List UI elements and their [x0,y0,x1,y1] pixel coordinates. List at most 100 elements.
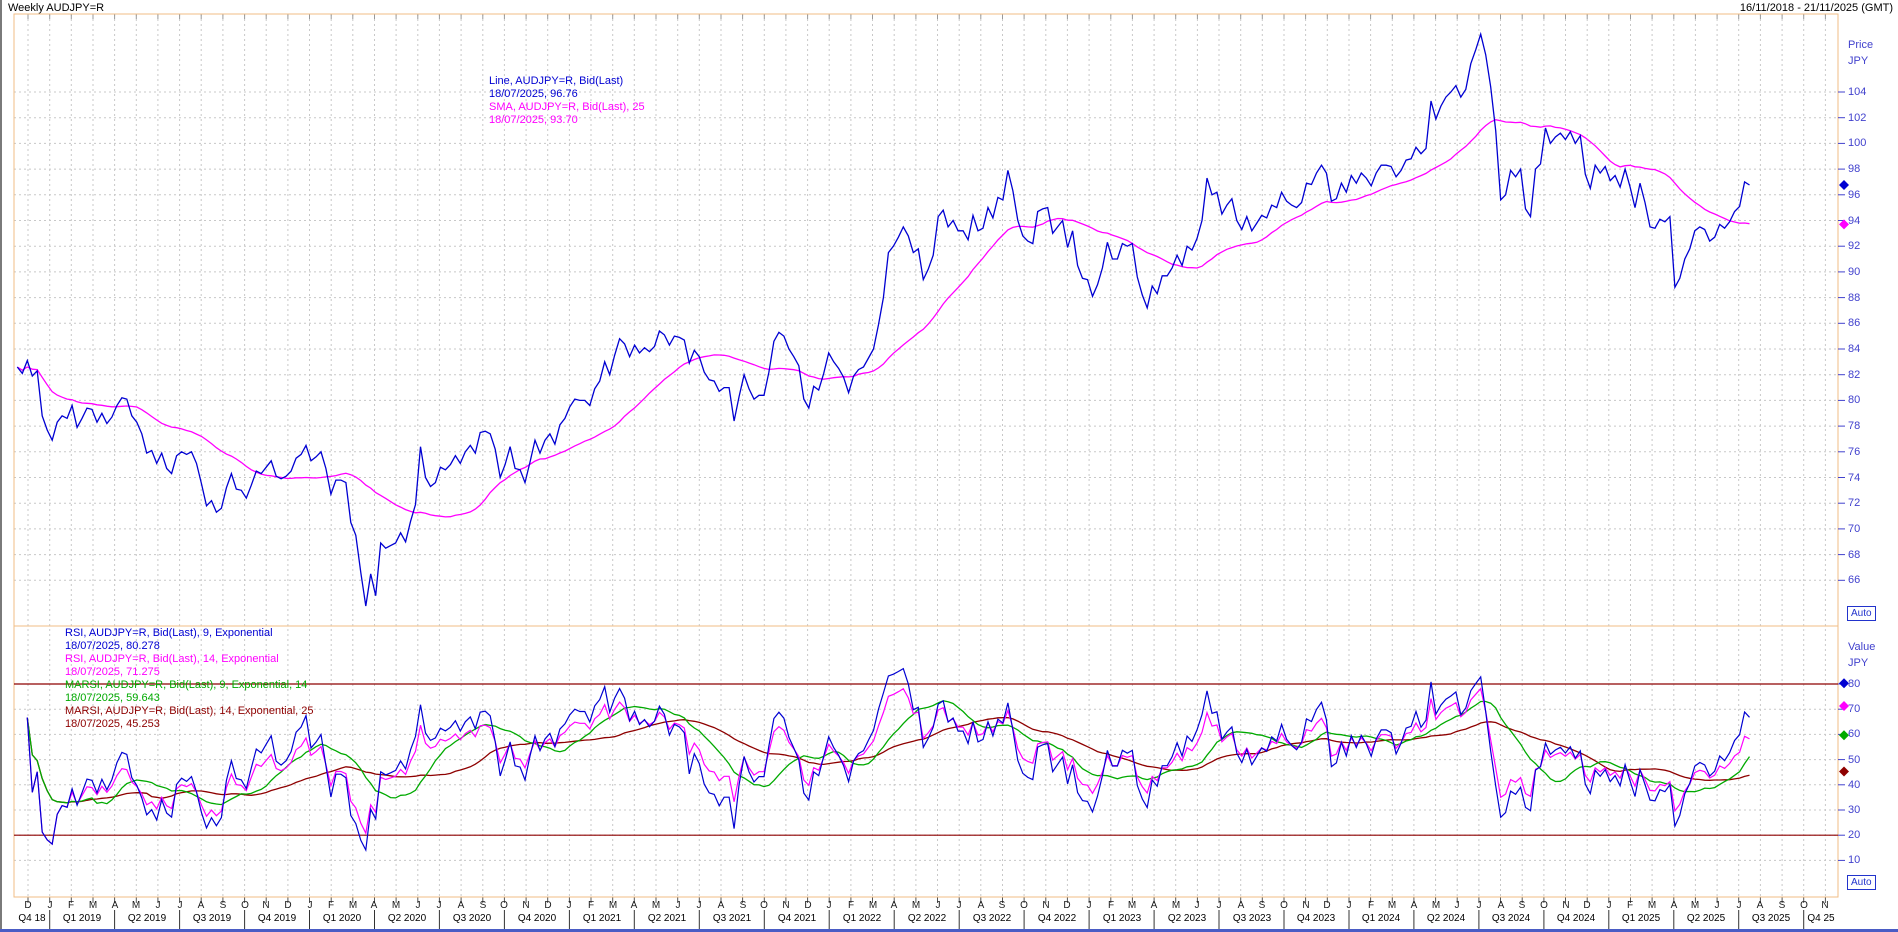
price-autoscale-button[interactable]: Auto [1847,606,1876,621]
quarter-label: Q4 2021 [778,913,816,924]
legend-line-name: Line, AUDJPY=R, Bid(Last) [489,75,645,88]
month-label: M [1432,900,1440,911]
month-label: J [308,900,313,911]
rsi-tick-label: 20 [1848,829,1860,841]
month-label: A [891,900,898,911]
price-tick-label: 88 [1848,292,1860,304]
price-tick-label: 82 [1848,369,1860,381]
price-tick-label: 66 [1848,574,1860,586]
price-tick-label: 80 [1848,394,1860,406]
month-label: O [241,900,249,911]
rsi-axis-title: Value [1848,641,1875,653]
rsi-last-value-marker [1839,767,1849,777]
month-label: M [349,900,357,911]
month-label: M [869,900,877,911]
legend-rsi14-value: 18/07/2025, 71.275 [65,666,314,679]
month-label: S [480,900,487,911]
month-label: A [1757,900,1764,911]
month-label: J [827,900,832,911]
price-tick-label: 70 [1848,523,1860,535]
quarter-label: Q2 2021 [648,913,686,924]
quarter-label: Q2 2023 [1168,913,1206,924]
month-label: N [522,900,529,911]
month-label: S [999,900,1006,911]
month-label: A [112,900,119,911]
legend-marsi14-name: MARSI, AUDJPY=R, Bid(Last), 14, Exponent… [65,705,314,718]
month-label: M [652,900,660,911]
month-label: D [284,900,291,911]
rsi-tick-label: 40 [1848,779,1860,791]
month-label: S [220,900,227,911]
month-label: A [718,900,725,911]
month-label: J [48,900,53,911]
month-label: A [1411,900,1418,911]
month-label: J [1347,900,1352,911]
price-tick-label: 98 [1848,163,1860,175]
price-tick-label: 86 [1848,317,1860,329]
month-label: D [1063,900,1070,911]
quarter-label: Q4 18 [18,913,45,924]
gridlines [14,14,1838,903]
month-label: O [1020,900,1028,911]
month-label: O [1540,900,1548,911]
month-label: A [371,900,378,911]
month-label: S [1259,900,1266,911]
price-tick-label: 102 [1848,112,1866,124]
rsi-tick-label: 60 [1848,728,1860,740]
month-label: F [588,900,594,911]
quarter-label: Q1 2024 [1362,913,1400,924]
month-label: F [68,900,74,911]
price-tick-label: 68 [1848,549,1860,561]
month-label: J [1217,900,1222,911]
price-tick-label: 100 [1848,137,1866,149]
price-tick-label: 78 [1848,420,1860,432]
month-label: J [1715,900,1720,911]
month-label: A [1238,900,1245,911]
price-line [17,34,1749,606]
month-label: O [500,900,508,911]
rsi-tick-label: 30 [1848,804,1860,816]
month-label: J [1607,900,1612,911]
month-label: J [178,900,183,911]
month-label: D [544,900,551,911]
sma25-line [17,120,1749,517]
month-label: J [957,900,962,911]
rsi-autoscale-button[interactable]: Auto [1847,875,1876,890]
legend-rsi9-value: 18/07/2025, 80.278 [65,640,314,653]
quarter-label: Q3 2022 [973,913,1011,924]
price-tick-label: 92 [1848,240,1860,252]
quarter-label: Q2 2020 [388,913,426,924]
month-label: D [24,900,31,911]
chart-canvas[interactable] [0,0,1898,932]
price-tick-label: 74 [1848,472,1860,484]
month-label: J [567,900,572,911]
chart-window: { "window": { "title": "Weekly AUDJPY=R"… [0,0,1898,932]
price-pane-legend: Line, AUDJPY=R, Bid(Last) 18/07/2025, 96… [489,75,645,127]
quarter-label: Q3 2023 [1233,913,1271,924]
month-label: M [912,900,920,911]
quarter-label: Q4 2024 [1557,913,1595,924]
legend-rsi14-name: RSI, AUDJPY=R, Bid(Last), 14, Exponentia… [65,653,314,666]
month-label: J [416,900,421,911]
month-label: D [804,900,811,911]
quarter-label: Q1 2025 [1622,913,1660,924]
legend-sma-value: 18/07/2025, 93.70 [489,114,645,127]
month-label: J [1737,900,1742,911]
month-label: S [740,900,747,911]
legend-sma-name: SMA, AUDJPY=R, Bid(Last), 25 [489,101,645,114]
price-tick-label: 96 [1848,189,1860,201]
quarter-label: Q4 2020 [518,913,556,924]
month-label: D [1583,900,1590,911]
price-series-group [17,34,1749,606]
month-label: J [156,900,161,911]
month-label: M [132,900,140,911]
month-label: O [1280,900,1288,911]
month-label: M [609,900,617,911]
quarter-label: Q1 2022 [843,913,881,924]
month-label: A [198,900,205,911]
month-label: J [936,900,941,911]
quarter-label: Q2 2022 [908,913,946,924]
month-label: J [1195,900,1200,911]
month-label: J [697,900,702,911]
quarter-label: Q3 2021 [713,913,751,924]
